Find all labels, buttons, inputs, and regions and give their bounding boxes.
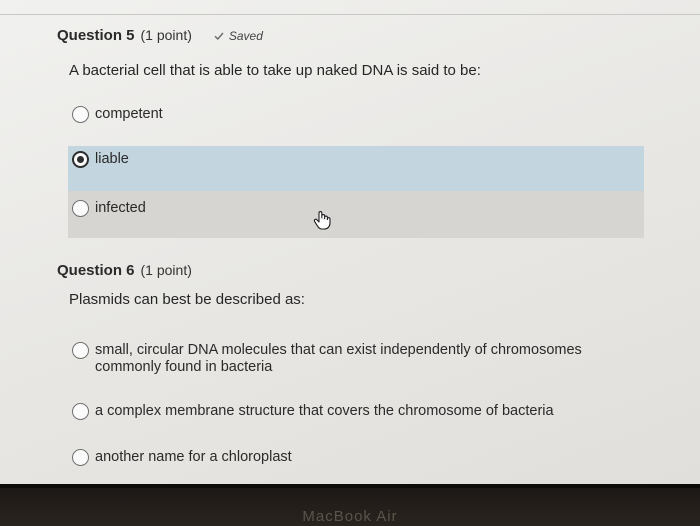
hand-cursor-icon xyxy=(313,211,331,230)
option-label: another name for a chloroplast xyxy=(95,449,292,465)
option-label: competent xyxy=(95,106,163,122)
question-6-option-small-circular[interactable]: small, circular DNA molecules that can e… xyxy=(68,340,668,380)
question-6-option-membrane-structure[interactable]: a complex membrane structure that covers… xyxy=(68,400,668,426)
radio-button[interactable] xyxy=(72,403,89,420)
question-6-title: Question 6 xyxy=(57,262,135,279)
question-5-option-competent[interactable]: competent xyxy=(68,100,644,132)
radio-button[interactable] xyxy=(72,342,89,359)
saved-label: Saved xyxy=(228,29,263,43)
option-label: small, circular DNA molecules that can e… xyxy=(95,342,582,375)
bezel-edge xyxy=(0,484,700,488)
radio-button-selected[interactable] xyxy=(72,151,89,168)
option-label: infected xyxy=(95,200,146,216)
checkmark-icon xyxy=(214,32,224,40)
question-5-header: Question 5 (1 point) Saved xyxy=(57,27,263,44)
question-6-header: Question 6 (1 point) xyxy=(57,262,192,279)
radio-button[interactable] xyxy=(72,106,89,123)
browser-viewport: Question 5 (1 point) Saved A bacterial c… xyxy=(0,0,700,484)
question-5-prompt: A bacterial cell that is able to take up… xyxy=(69,62,481,79)
divider xyxy=(0,14,700,15)
question-5-option-liable[interactable]: liable xyxy=(68,146,644,191)
radio-button[interactable] xyxy=(72,449,89,466)
saved-status: Saved xyxy=(214,29,263,43)
question-6-option-chloroplast[interactable]: another name for a chloroplast xyxy=(68,446,668,472)
option-label: a complex membrane structure that covers… xyxy=(95,403,554,419)
option-label: liable xyxy=(95,151,129,167)
question-6-points: (1 point) xyxy=(140,262,192,278)
question-5-points: (1 point) xyxy=(140,27,192,43)
radio-button[interactable] xyxy=(72,200,89,217)
question-5-option-infected[interactable]: infected xyxy=(68,191,644,238)
device-brand-label: MacBook Air xyxy=(302,508,398,525)
question-6-prompt: Plasmids can best be described as: xyxy=(69,291,305,308)
question-5-title: Question 5 xyxy=(57,27,135,44)
